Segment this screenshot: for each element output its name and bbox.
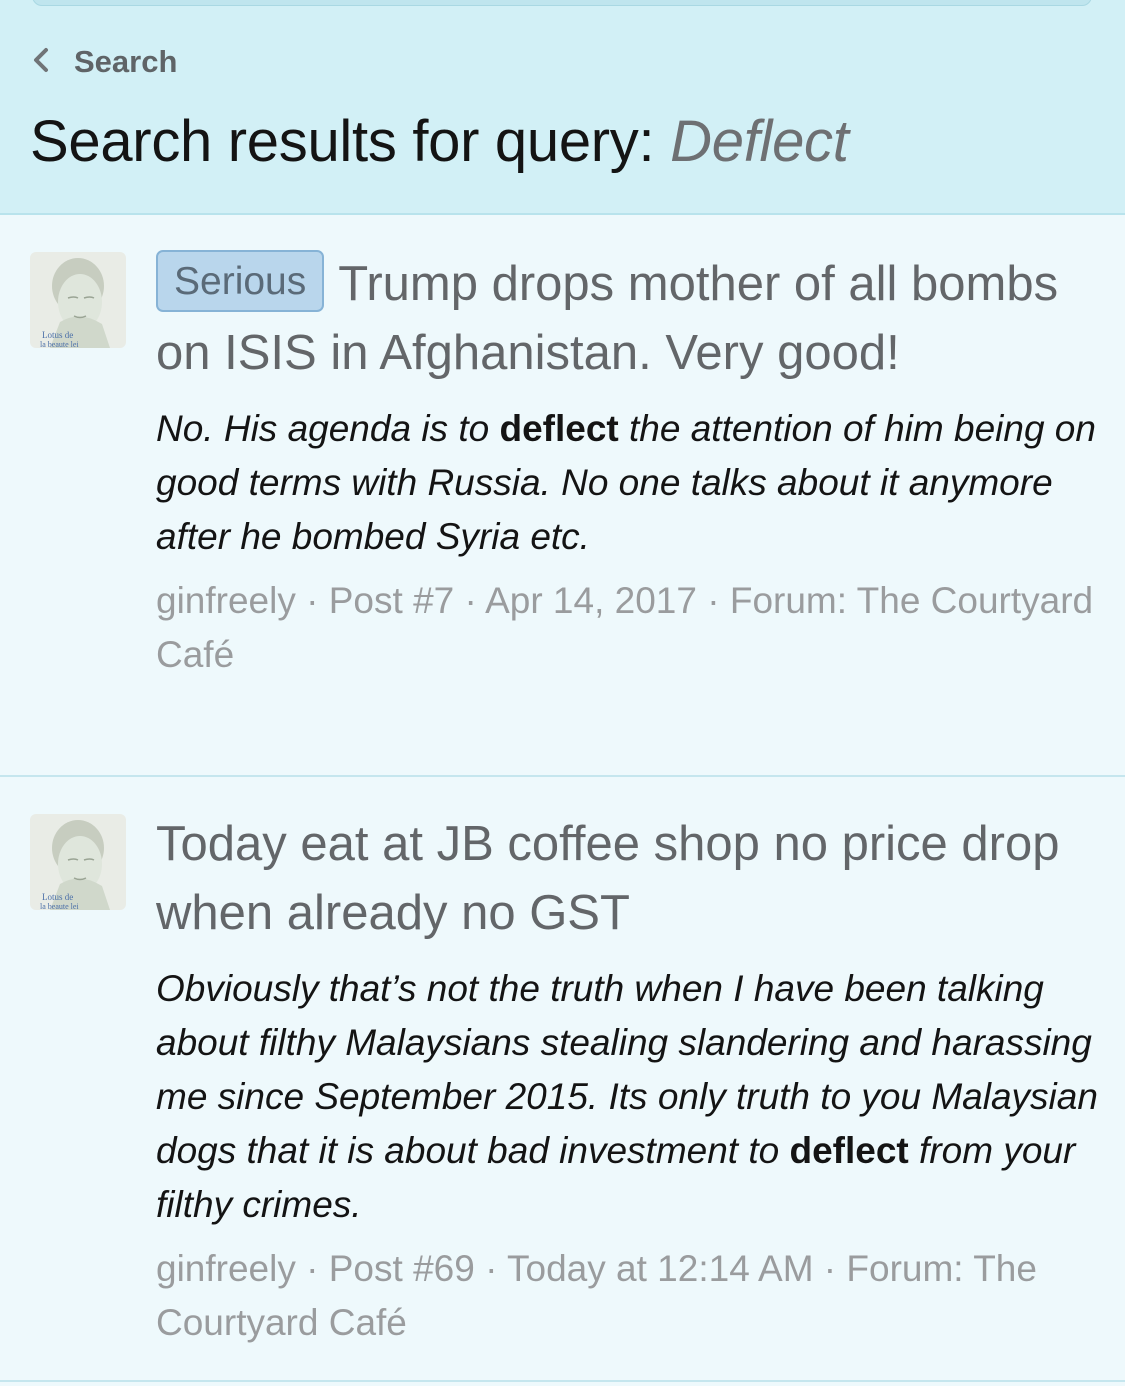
buddha-statue-avatar: Lotus de la beaute lei	[30, 814, 126, 910]
search-query: Deflect	[670, 109, 849, 174]
chevron-left-icon	[30, 47, 52, 78]
result-title[interactable]: Today eat at JB coffee shop no price dro…	[156, 817, 1059, 940]
meta-separator: ·	[696, 580, 730, 621]
meta-separator: ·	[295, 1248, 329, 1289]
result-snippet: Obviously that’s not the truth when I ha…	[156, 962, 1106, 1232]
back-to-search-link[interactable]: Search	[30, 42, 177, 82]
author-link[interactable]: ginfreely	[156, 1248, 296, 1289]
top-strip	[32, 0, 1092, 6]
svg-text:la beaute lei: la beaute lei	[40, 340, 79, 348]
svg-text:la beaute lei: la beaute lei	[40, 902, 79, 910]
meta-separator: ·	[454, 580, 486, 621]
avatar[interactable]: Lotus de la beaute lei	[30, 814, 126, 910]
meta-separator: ·	[813, 1248, 847, 1289]
back-label: Search	[74, 44, 178, 79]
search-result: Lotus de la beaute lei Serious Trump drop…	[0, 217, 1125, 777]
result-title-link[interactable]: Today eat at JB coffee shop no price dro…	[156, 810, 1106, 948]
page-header: Search Search results for query: Deflect	[0, 0, 1125, 215]
avatar[interactable]: Lotus de la beaute lei	[30, 252, 126, 348]
prefix-badge[interactable]: Serious	[156, 250, 325, 312]
result-title-link[interactable]: Serious Trump drops mother of all bombs o…	[156, 250, 1101, 388]
result-meta: ginfreely · Post #7 · Apr 14, 2017 · For…	[156, 574, 1101, 682]
post-number: Post #7	[328, 580, 455, 621]
snippet-highlight: deflect	[499, 408, 619, 449]
snippet-before: No. His agenda is to	[156, 408, 500, 449]
post-date: Apr 14, 2017	[485, 580, 697, 621]
meta-separator: ·	[474, 1248, 508, 1289]
post-date: Today at 12:14 AM	[507, 1248, 814, 1289]
meta-separator: ·	[295, 580, 329, 621]
svg-text:Lotus de: Lotus de	[42, 330, 73, 340]
buddha-statue-avatar: Lotus de la beaute lei	[30, 252, 126, 348]
result-meta: ginfreely · Post #69 · Today at 12:14 AM…	[156, 1242, 1106, 1350]
post-number: Post #69	[328, 1248, 475, 1289]
result-snippet: No. His agenda is to deflect the attenti…	[156, 402, 1101, 564]
page-title: Search results for query: Deflect	[30, 108, 849, 175]
page-title-prefix: Search results for query:	[30, 109, 671, 174]
search-result: Lotus de la beaute lei Today eat at JB c…	[0, 779, 1125, 1382]
snippet-highlight: deflect	[789, 1130, 909, 1171]
author-link[interactable]: ginfreely	[156, 580, 296, 621]
svg-text:Lotus de: Lotus de	[42, 892, 73, 902]
